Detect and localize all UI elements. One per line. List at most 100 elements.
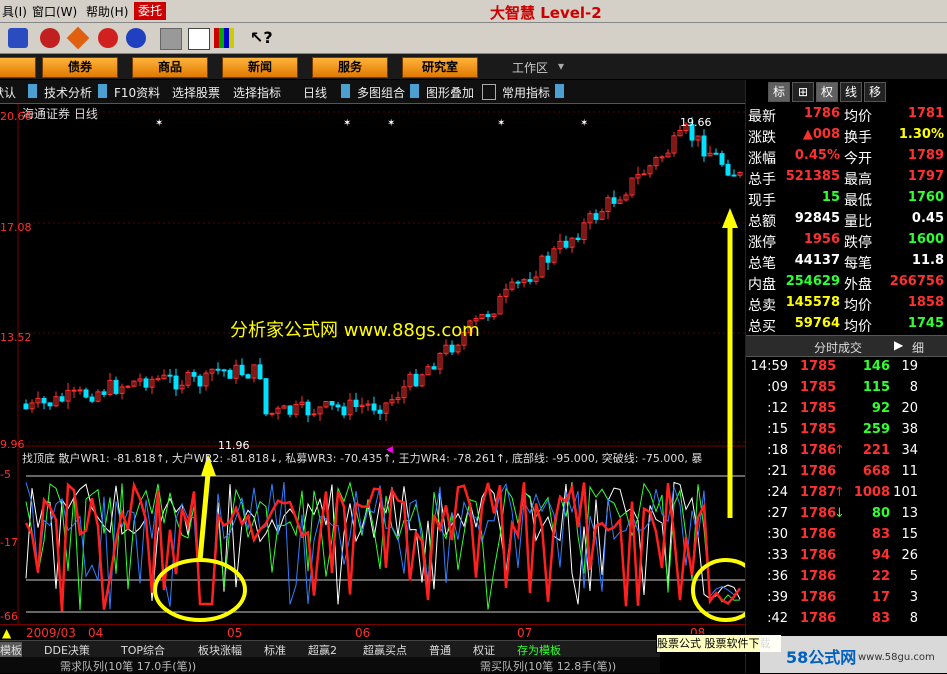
ticks-list[interactable]: 14:59 1785 146 19:09 1785 115 8:12 1785 92 20:15 1… — [746, 358, 947, 638]
candle-body — [377, 409, 383, 414]
entrust-button[interactable]: 委托 — [134, 2, 166, 20]
tick-time: :09 — [767, 380, 788, 395]
candle-body — [71, 389, 77, 392]
tick-price: 1785 — [800, 422, 837, 437]
print-icon[interactable] — [160, 28, 182, 50]
ring-icon[interactable] — [98, 28, 118, 48]
dropdown-icon[interactable] — [410, 84, 419, 98]
tab-quote[interactable]: 标 — [768, 82, 790, 102]
highlight-ellipse — [691, 558, 745, 622]
quote-value: 1786 — [803, 106, 840, 121]
function-bar: 默认 技术分析 F10资料 选择股票 选择指标 日线 多图组合 图形叠加 常用指… — [0, 80, 760, 104]
bottom-tab[interactable]: 板块涨幅 — [198, 642, 242, 658]
candle-body — [143, 378, 149, 388]
tick-row: :18 1786 ↑ 221 34 — [746, 442, 947, 463]
chevron-down-icon[interactable]: ▾ — [558, 59, 564, 73]
tick-time: :27 — [767, 506, 788, 521]
bottom-tab[interactable]: 权证 — [473, 642, 495, 658]
quote-key: 均价 — [844, 109, 872, 125]
indicator-level: -66 — [0, 610, 18, 623]
candle-body — [41, 397, 47, 404]
tab-grid[interactable]: ⊞ — [792, 82, 814, 102]
dropdown-icon[interactable] — [98, 84, 107, 98]
func-common-indicators[interactable]: 常用指标 — [502, 84, 550, 101]
func-multi-chart[interactable]: 多图组合 — [357, 84, 405, 101]
menu-bar: 具(I) 窗口(W) 帮助(H) 委托 大智慧 Level-2 — [0, 0, 947, 23]
tick-price: 1786 — [800, 590, 837, 605]
candle-body — [485, 314, 491, 318]
candle-body — [335, 404, 341, 408]
func-daily[interactable]: 日线 — [303, 84, 327, 101]
quote-key: 换手 — [844, 130, 872, 146]
toolbar: ↖? — [0, 23, 947, 54]
candle-body — [311, 413, 317, 416]
ticks-detail[interactable]: 细 — [912, 339, 924, 356]
dropdown-icon[interactable] — [28, 84, 37, 98]
blue-ring-icon[interactable] — [126, 28, 146, 48]
func-select-stock[interactable]: 选择股票 — [172, 84, 220, 101]
tick-volume: 115 — [862, 380, 890, 395]
tick-time: :18 — [767, 443, 788, 458]
bottom-tab[interactable]: 普通 — [429, 642, 451, 658]
pin-icon[interactable] — [8, 28, 28, 48]
bottom-tab[interactable]: DDE决策 — [44, 642, 90, 658]
dropdown-icon[interactable] — [341, 84, 350, 98]
tick-volume: 92 — [871, 401, 890, 416]
dropdown-icon[interactable] — [555, 84, 564, 98]
func-overlay[interactable]: 图形叠加 — [426, 84, 474, 101]
bottom-tab[interactable]: 超赢2 — [308, 642, 337, 658]
kline-chart[interactable]: ✶ ✶ ✶ ✶ ✶ ◀ 海通证券 日线 20.66 17.08 13.52 9.96 19… — [0, 104, 745, 624]
window-icon[interactable] — [188, 28, 210, 50]
tick-time: :36 — [767, 569, 788, 584]
chart-canvas[interactable]: ✶ ✶ ✶ ✶ ✶◀ — [0, 104, 745, 624]
candle-body — [527, 279, 533, 282]
candle-body — [59, 396, 65, 402]
tick-time: :33 — [767, 548, 788, 563]
bottom-tab[interactable]: 模板 — [0, 642, 22, 658]
tab-line[interactable]: 线 — [840, 82, 862, 102]
bottom-tab[interactable]: 存为模板 — [517, 642, 561, 658]
tab-move[interactable]: 移 — [864, 82, 886, 102]
ticks-title[interactable]: 分时成交 — [814, 339, 862, 356]
candle-body — [89, 396, 95, 402]
candle-body — [701, 135, 707, 157]
menu-window[interactable]: 窗口(W) — [32, 3, 77, 20]
func-tech-analysis[interactable]: 技术分析 — [44, 84, 92, 101]
nav-button-service[interactable]: 服务 — [312, 57, 388, 78]
quote-row: 最新 1786 均价 1781 — [746, 105, 947, 126]
candle-body — [545, 255, 551, 263]
menu-tools[interactable]: 具(I) — [2, 3, 27, 20]
menu-help[interactable]: 帮助(H) — [86, 3, 128, 20]
candle-body — [515, 281, 521, 284]
tick-price: 1787 — [800, 485, 837, 500]
nav-button-news[interactable]: 新闻 — [222, 57, 298, 78]
quote-key: 均价 — [844, 319, 872, 335]
star-marker-icon: ✶ — [497, 118, 505, 129]
indicator-legend: 找顶底 散户WR1: -81.818↑, 大户WR2: -81.818↓, 私募… — [22, 452, 703, 465]
nav-button-commodity[interactable]: 商品 — [132, 57, 208, 78]
diamond-icon[interactable] — [66, 26, 90, 50]
lock-icon[interactable] — [482, 84, 496, 100]
tick-arrow: ↓ — [834, 506, 845, 521]
func-f10[interactable]: F10资料 — [114, 84, 160, 101]
quote-value: ▲008 — [802, 127, 840, 142]
books-icon[interactable] — [214, 28, 234, 48]
workarea-label[interactable]: 工作区 — [512, 59, 548, 76]
tab-rights[interactable]: 权 — [816, 82, 838, 102]
bottom-tab[interactable]: 超赢买点 — [363, 642, 407, 658]
quote-value: 0.45 — [911, 211, 944, 226]
nav-button-research[interactable]: 研究室 — [402, 57, 478, 78]
play-icon[interactable]: ▶ — [894, 338, 903, 352]
help-cursor-icon[interactable]: ↖? — [250, 28, 273, 48]
nav-button-bond[interactable]: 债券 — [42, 57, 118, 78]
func-default[interactable]: 默认 — [0, 84, 16, 101]
tick-row: :09 1785 115 8 — [746, 379, 947, 400]
tick-count: 38 — [901, 422, 918, 437]
nav-button-stock[interactable] — [0, 57, 36, 78]
bottom-tab[interactable]: TOP综合 — [121, 642, 165, 658]
bottom-tab[interactable]: 标准 — [264, 642, 286, 658]
quote-key: 每笔 — [844, 256, 872, 272]
f10-icon[interactable] — [40, 28, 60, 48]
tick-time: :15 — [767, 422, 788, 437]
func-select-indicator[interactable]: 选择指标 — [233, 84, 281, 101]
